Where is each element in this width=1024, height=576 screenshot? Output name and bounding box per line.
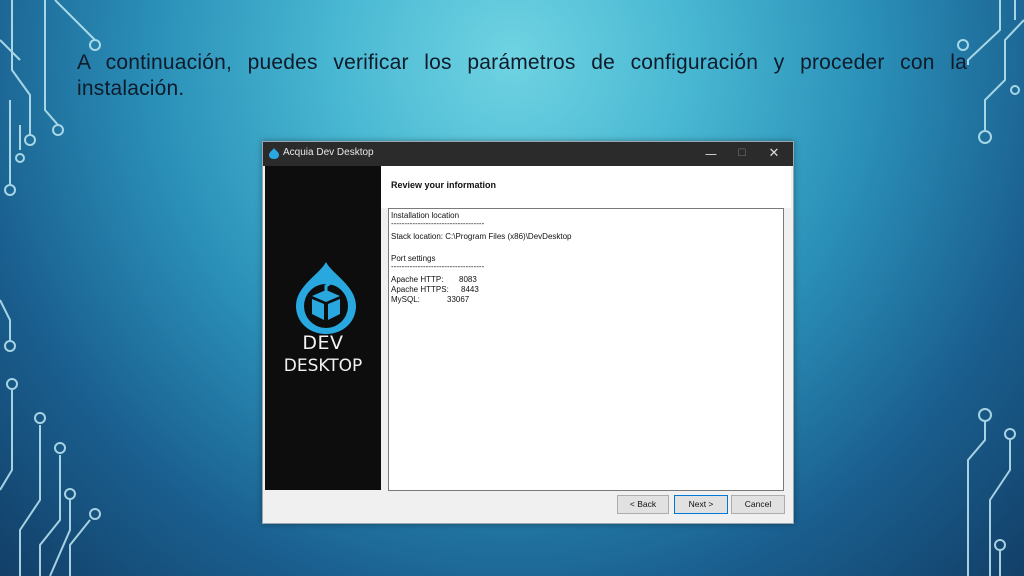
separator-line: -----------------------------------: [391, 219, 485, 228]
window-title: Acquia Dev Desktop: [283, 147, 374, 158]
port-label-apache-http: Apache HTTP:: [391, 275, 444, 284]
port-value-apache-http: 8083: [459, 275, 477, 284]
summary-textbox[interactable]: Installation location ------------------…: [388, 208, 784, 491]
dev-desktop-logo-icon: [296, 262, 356, 334]
stack-location: Stack location: C:\Program Files (x86)\D…: [391, 232, 572, 241]
separator-line: -----------------------------------: [391, 262, 485, 271]
slide-description: A continuación, puedes verificar los par…: [77, 51, 967, 100]
maximize-button[interactable]: ☐: [726, 142, 758, 166]
port-value-mysql: 33067: [447, 295, 470, 304]
window-titlebar[interactable]: Acquia Dev Desktop — ☐ ✕: [263, 142, 793, 166]
brand-sidebar: DEV DESKTOP: [265, 166, 381, 490]
port-label-mysql: MySQL:: [391, 295, 420, 304]
cancel-button[interactable]: Cancel: [731, 495, 785, 514]
minimize-button[interactable]: —: [695, 142, 727, 166]
port-value-apache-https: 8443: [461, 285, 479, 294]
page-title: Review your information: [391, 180, 497, 190]
wizard-header: Review your information: [381, 166, 791, 208]
next-button[interactable]: Next >: [674, 495, 728, 514]
logo-text-dev: DEV: [302, 332, 344, 354]
drupal-drop-icon: [269, 148, 279, 159]
port-label-apache-https: Apache HTTPS:: [391, 285, 449, 294]
installer-window: Acquia Dev Desktop — ☐ ✕ DEV DESKTOP Rev…: [262, 141, 794, 524]
logo-text-desktop: DESKTOP: [283, 356, 363, 376]
close-button[interactable]: ✕: [758, 142, 790, 166]
back-button[interactable]: < Back: [617, 495, 669, 514]
